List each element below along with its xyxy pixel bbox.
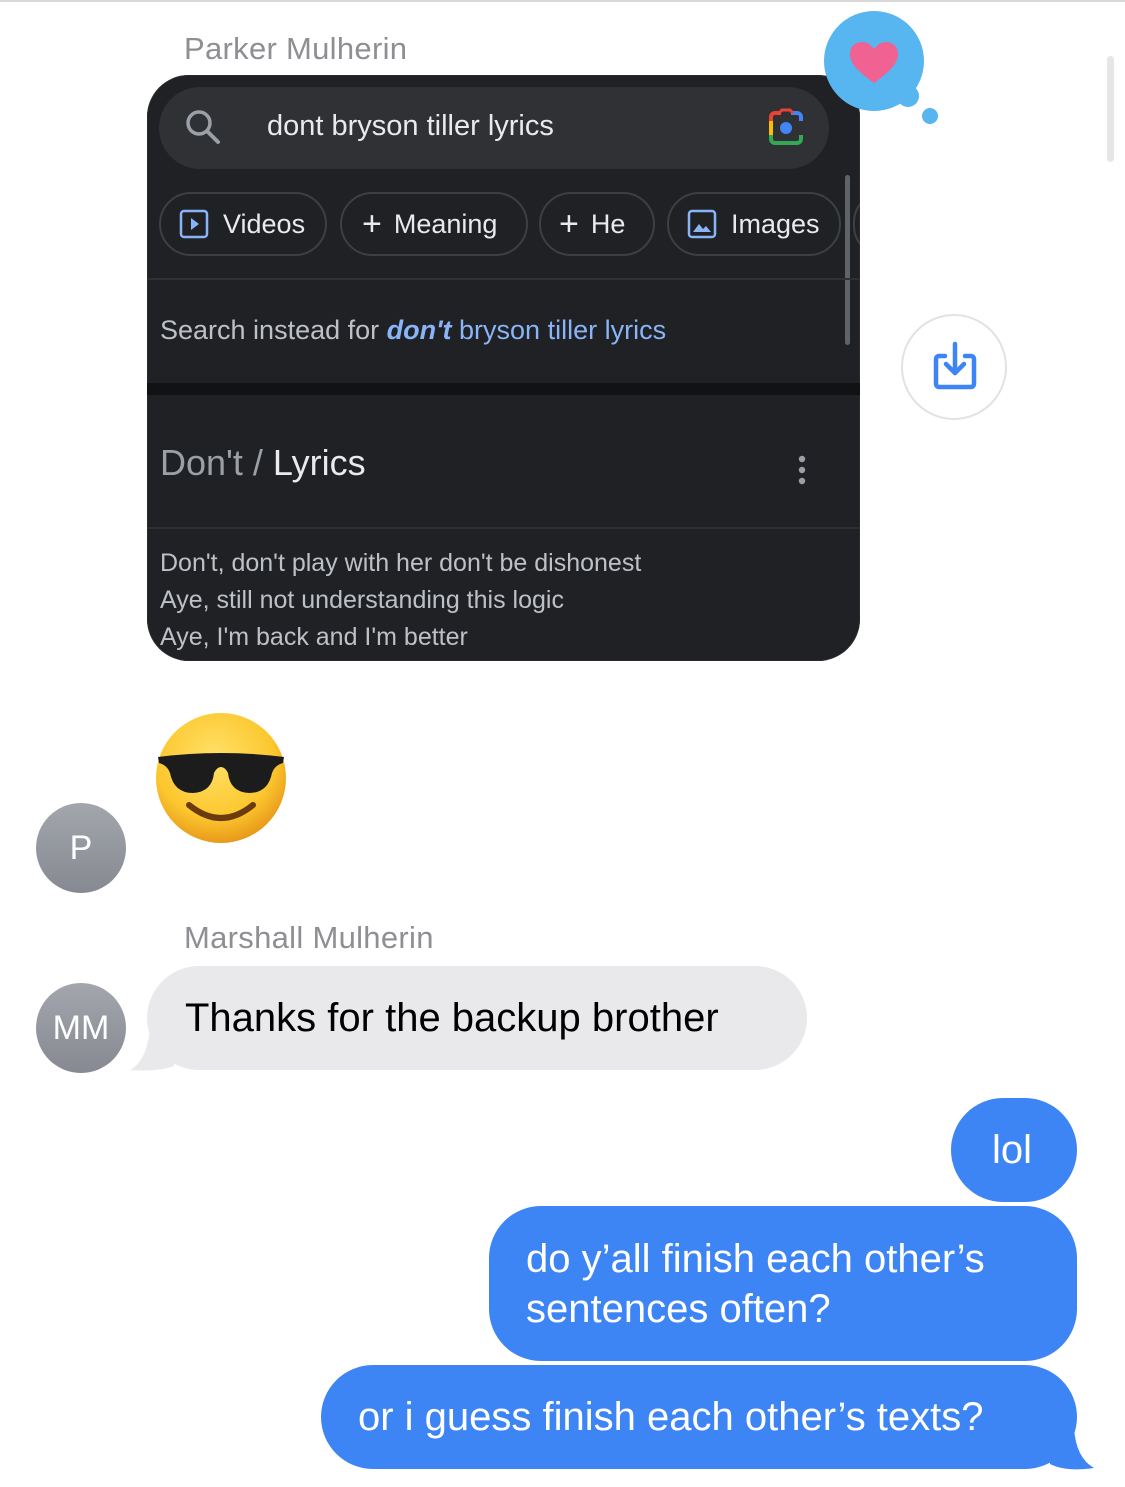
chip-he-label: He [590, 208, 626, 239]
avatar[interactable]: P [36, 803, 126, 893]
search-query: dont bryson tiller lyrics [267, 110, 554, 142]
google-lens-icon [769, 108, 803, 145]
save-attachment-button[interactable] [901, 314, 1007, 420]
sunglasses-emoji [156, 713, 286, 843]
top-divider [0, 0, 1125, 4]
suggestion-rest: bryson tiller lyrics [451, 315, 667, 345]
search-icon [186, 110, 220, 144]
scrollbar[interactable] [1107, 56, 1114, 162]
filter-chips: Videos + Meaning + He Images [159, 192, 860, 258]
heart-icon [850, 42, 898, 83]
lyrics-title: Don't / Lyrics [160, 442, 366, 484]
chip-meaning-label: Meaning [393, 208, 498, 239]
divider [147, 527, 860, 529]
message-bubble-incoming[interactable]: Thanks for the backup brother [147, 966, 807, 1070]
message-bubble-outgoing[interactable]: lol [951, 1098, 1077, 1202]
search-bar: dont bryson tiller lyrics [159, 87, 829, 169]
chip-videos-label: Videos [223, 208, 306, 239]
download-icon [933, 341, 977, 390]
lyrics-title-label: Lyrics [272, 442, 366, 483]
message-bubble-outgoing[interactable]: or i guess finish each other’s texts? [321, 1365, 1077, 1469]
tapback-tail-dot [922, 108, 938, 124]
chip-partial [853, 192, 860, 256]
suggestion-bold: don't [386, 315, 452, 345]
suggestion-link: don't bryson tiller lyrics [387, 315, 666, 345]
sender-name-marshall: Marshall Mulherin [184, 920, 434, 955]
plus-icon: + [362, 205, 382, 243]
message-bubble-outgoing[interactable]: do y’all finish each other’s sentences o… [489, 1206, 1077, 1361]
video-icon [179, 209, 209, 239]
chip-images-label: Images [731, 208, 820, 239]
tapback-reaction[interactable] [824, 11, 924, 111]
section-divider [147, 383, 860, 395]
chip-meaning: + Meaning [340, 192, 528, 256]
plus-icon: + [559, 205, 579, 243]
lyrics-line: Aye, I'm back and I'm better [160, 623, 468, 651]
chip-videos: Videos [159, 192, 327, 256]
chip-images: Images [667, 192, 841, 256]
divider [147, 278, 860, 280]
spelling-suggestion: Search instead for don't bryson tiller l… [160, 315, 666, 346]
avatar[interactable]: MM [36, 983, 126, 1073]
sender-name-parker: Parker Mulherin [184, 31, 408, 66]
lyrics-line: Aye, still not understanding this logic [160, 586, 564, 614]
screenshot-attachment[interactable]: dont bryson tiller lyrics Videos + Meani… [147, 75, 860, 661]
lyrics-line: Don't, don't play with her don't be dish… [160, 549, 642, 577]
more-options-icon [798, 455, 806, 485]
lyrics-title-song: Don't / [160, 442, 273, 483]
image-icon [687, 209, 717, 239]
suggestion-prefix: Search instead for [160, 315, 387, 345]
chip-he: + He [539, 192, 655, 256]
